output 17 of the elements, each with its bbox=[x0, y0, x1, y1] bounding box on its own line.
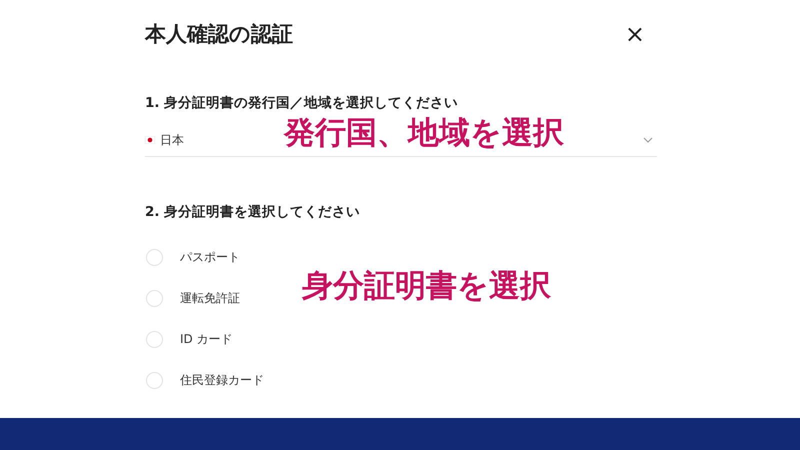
annotation-text: 発行国、地域を選択 bbox=[284, 118, 564, 149]
radio-button[interactable] bbox=[146, 249, 163, 266]
annotation-text: 身分証明書を選択 bbox=[302, 271, 551, 302]
option-label: パスポート bbox=[180, 249, 240, 266]
step-label: 2. 身分証明書を選択してください bbox=[145, 203, 362, 221]
radio-button[interactable] bbox=[146, 372, 163, 389]
radio-button[interactable] bbox=[146, 331, 163, 348]
option-label: ID カード bbox=[180, 331, 233, 348]
dialog-title: 本人確認の認証 bbox=[145, 21, 293, 48]
option-label: 運転免許証 bbox=[180, 290, 240, 307]
radio-button[interactable] bbox=[146, 290, 163, 307]
step-label: 1. 身分証明書の発行国／地域を選択してください bbox=[145, 94, 460, 112]
chevron-down-icon bbox=[643, 137, 653, 143]
flag-icon bbox=[145, 136, 155, 144]
close-button[interactable]: × bbox=[618, 22, 651, 46]
option-label: 住民登録カード bbox=[180, 372, 264, 389]
country-value[interactable]: 日本 bbox=[160, 132, 184, 148]
